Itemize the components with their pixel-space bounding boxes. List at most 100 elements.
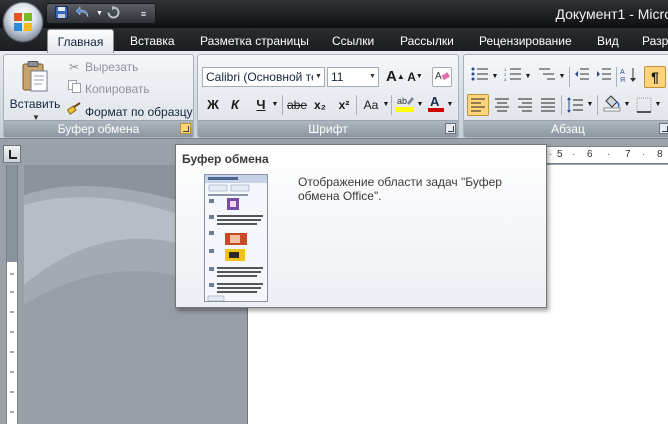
- bullet-list-icon: [471, 67, 488, 81]
- clipboard-dialog-launcher[interactable]: [180, 123, 191, 134]
- format-painter-label: Формат по образцу: [85, 105, 193, 119]
- tab-home[interactable]: Главная: [47, 29, 114, 53]
- svg-text:A: A: [435, 71, 442, 82]
- font-size-dropdown-icon[interactable]: ▼: [367, 68, 378, 86]
- font-size-combo[interactable]: 11 ▼: [327, 67, 379, 87]
- clipboard-paste-icon: [22, 61, 48, 92]
- align-left-button[interactable]: [467, 94, 489, 116]
- align-right-icon: [518, 98, 532, 112]
- line-spacing-button[interactable]: [564, 95, 586, 115]
- decrease-indent-icon: [575, 68, 589, 80]
- paint-bucket-icon: [603, 95, 621, 112]
- highlighter-icon: ab: [396, 96, 414, 112]
- multilevel-dropdown-icon[interactable]: ▼: [558, 67, 566, 87]
- bold-button[interactable]: Ж: [204, 95, 222, 115]
- office-button[interactable]: [2, 1, 44, 43]
- sort-button[interactable]: AЯ: [619, 67, 639, 87]
- align-left-icon: [471, 98, 485, 112]
- copy-label: Копировать: [85, 82, 150, 96]
- font-color-button[interactable]: A: [426, 93, 446, 113]
- grow-arrow-icon: ▲: [396, 72, 405, 81]
- save-icon[interactable]: [53, 6, 70, 22]
- show-formatting-marks-button[interactable]: ¶: [644, 66, 666, 88]
- eraser-icon: A: [435, 71, 450, 82]
- line-spacing-dropdown-icon[interactable]: ▼: [586, 95, 594, 115]
- strikethrough-button[interactable]: abe: [286, 95, 308, 115]
- paragraph-dialog-launcher[interactable]: [659, 123, 668, 134]
- clear-formatting-button[interactable]: A: [432, 67, 452, 87]
- bullets-button[interactable]: [469, 67, 491, 87]
- vertical-ruler-margin: [7, 165, 17, 262]
- tab-page-layout[interactable]: Разметка страницы: [200, 33, 309, 51]
- tab-view[interactable]: Вид: [597, 33, 619, 51]
- italic-button[interactable]: К: [226, 95, 244, 115]
- tab-mailings[interactable]: Рассылки: [400, 33, 454, 51]
- ribbon-tabs: Главная Вставка Разметка страницы Ссылки…: [0, 28, 668, 53]
- vertical-ruler[interactable]: [6, 165, 18, 424]
- superscript-button[interactable]: x²: [335, 95, 353, 115]
- change-case-dropdown-icon[interactable]: ▼: [382, 95, 390, 115]
- underline-button[interactable]: Ч: [252, 95, 270, 115]
- redo-icon[interactable]: [105, 6, 122, 22]
- change-case-button[interactable]: Aa: [360, 95, 382, 115]
- line-spacing-icon: [567, 97, 583, 113]
- tab-references[interactable]: Ссылки: [332, 33, 374, 51]
- paragraph-separator: [569, 67, 570, 87]
- svg-text:A: A: [620, 69, 625, 76]
- shrink-arrow-icon: ▼: [415, 73, 423, 80]
- ruler-number: 5: [557, 149, 563, 160]
- clipboard-supertooltip: Буфер обмена Отображение области задач "…: [175, 144, 547, 308]
- tab-review[interactable]: Рецензирование: [479, 33, 572, 51]
- borders-icon: [636, 97, 652, 113]
- font-group-label: Шрифт: [198, 120, 458, 137]
- tab-insert[interactable]: Вставка: [130, 33, 175, 51]
- tab-developer[interactable]: Разр: [642, 33, 668, 51]
- paragraph-separator: [616, 67, 617, 87]
- customize-qat-icon[interactable]: ≡: [135, 6, 152, 22]
- svg-text:3: 3: [504, 77, 507, 81]
- numbering-button[interactable]: 123: [502, 67, 524, 87]
- svg-text:Я: Я: [620, 77, 625, 83]
- quick-access-toolbar: ▼ ≡: [46, 3, 156, 24]
- justify-button[interactable]: [538, 95, 558, 115]
- cut-button[interactable]: ✂ Вырезать: [66, 58, 138, 77]
- undo-icon[interactable]: [74, 6, 91, 22]
- grow-font-label: A: [386, 68, 397, 85]
- shrink-font-label: A: [407, 70, 416, 84]
- font-name-dropdown-icon[interactable]: ▼: [313, 68, 324, 86]
- underline-dropdown-icon[interactable]: ▼: [270, 95, 280, 115]
- clipboard-group-label: Буфер обмена: [4, 120, 193, 137]
- highlight-dropdown-icon[interactable]: ▼: [416, 95, 424, 115]
- borders-button[interactable]: [634, 95, 654, 115]
- font-name-value: Calibri (Основной те: [206, 70, 318, 84]
- bullets-dropdown-icon[interactable]: ▼: [491, 67, 499, 87]
- multilevel-list-button[interactable]: [536, 67, 558, 87]
- vertical-ruler-ticks: [10, 273, 14, 413]
- decrease-indent-button[interactable]: [572, 67, 592, 87]
- paintbrush-icon: [66, 102, 82, 122]
- increase-indent-icon: [597, 68, 611, 80]
- font-name-combo[interactable]: Calibri (Основной те ▼: [202, 67, 325, 87]
- numbering-dropdown-icon[interactable]: ▼: [524, 67, 532, 87]
- tab-selector[interactable]: [3, 145, 21, 163]
- align-right-button[interactable]: [515, 95, 535, 115]
- title-bar: ▼ ≡ Документ1 - Micro: [0, 0, 668, 28]
- copy-button[interactable]: Копировать: [66, 80, 150, 99]
- paste-button[interactable]: Вставить ▼: [8, 59, 62, 122]
- grow-font-button[interactable]: A▲: [386, 67, 405, 87]
- shrink-font-button[interactable]: A▼: [407, 67, 423, 87]
- font-color-dropdown-icon[interactable]: ▼: [446, 95, 454, 115]
- scissors-icon: ✂: [68, 60, 80, 74]
- subscript-button[interactable]: x₂: [311, 95, 329, 115]
- shading-button[interactable]: [601, 93, 623, 113]
- increase-indent-button[interactable]: [594, 67, 614, 87]
- font-dialog-launcher[interactable]: [445, 123, 456, 134]
- borders-dropdown-icon[interactable]: ▼: [654, 95, 662, 115]
- font-separator: [356, 95, 357, 115]
- shading-dropdown-icon[interactable]: ▼: [623, 95, 631, 115]
- horizontal-ruler[interactable]: 5 6 7 8 · · · ·: [547, 146, 668, 164]
- highlight-button[interactable]: ab: [394, 93, 416, 113]
- format-painter-button[interactable]: Формат по образцу: [66, 102, 193, 121]
- align-center-button[interactable]: [492, 95, 512, 115]
- font-color-icon: A: [428, 94, 444, 112]
